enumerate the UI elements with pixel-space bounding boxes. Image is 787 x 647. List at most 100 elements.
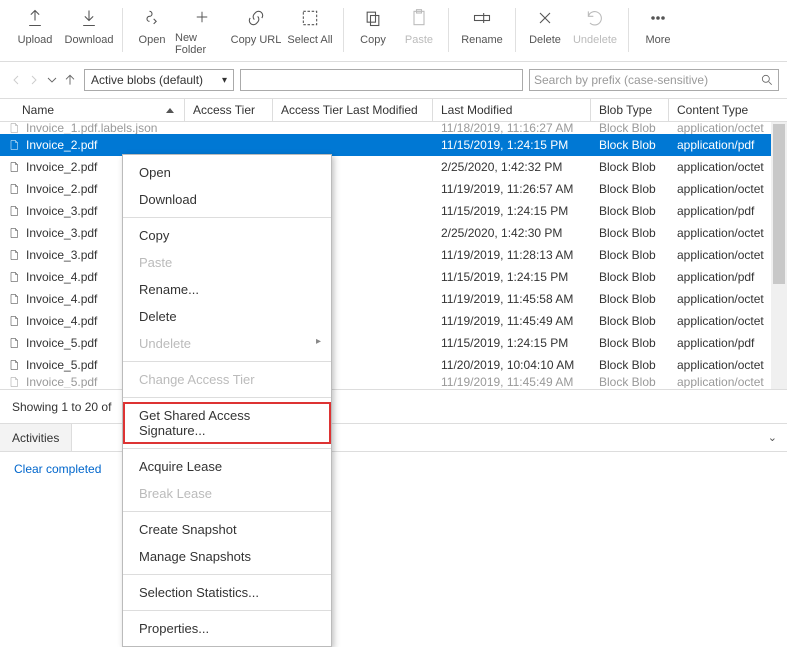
- ctx-copy[interactable]: Copy: [123, 222, 331, 249]
- upload-button[interactable]: Upload: [8, 4, 62, 56]
- cell-modified: 11/15/2019, 1:24:15 PM: [433, 336, 591, 350]
- forward-arrow-icon: [26, 72, 42, 88]
- file-icon: [8, 376, 20, 388]
- copy-url-label: Copy URL: [231, 34, 282, 46]
- file-icon: [8, 270, 20, 284]
- table-row[interactable]: Invoice_4.pdf11/19/2019, 11:45:58 AMBloc…: [0, 288, 787, 310]
- path-input[interactable]: [240, 69, 523, 91]
- ctx-separator: [123, 511, 331, 512]
- download-button[interactable]: Download: [62, 4, 116, 56]
- new-folder-button[interactable]: New Folder: [175, 4, 229, 56]
- file-name: Invoice_5.pdf: [26, 376, 97, 388]
- vertical-scrollbar[interactable]: [771, 122, 787, 389]
- paste-button: Paste: [396, 4, 442, 56]
- col-last-modified[interactable]: Last Modified: [433, 99, 591, 121]
- activities-collapse[interactable]: ⌄: [758, 431, 787, 444]
- undelete-icon: [585, 8, 605, 28]
- col-content-type[interactable]: Content Type: [669, 99, 787, 121]
- table-row[interactable]: Invoice_3.pdf11/19/2019, 11:28:13 AMBloc…: [0, 244, 787, 266]
- file-name: Invoice_4.pdf: [26, 314, 97, 328]
- table-row[interactable]: Invoice_4.pdf11/19/2019, 11:45:49 AMBloc…: [0, 310, 787, 332]
- cell-content-type: application/pdf: [669, 204, 787, 218]
- status-text: Showing 1 to 20 of: [12, 400, 111, 414]
- ctx-manage-snapshots[interactable]: Manage Snapshots: [123, 543, 331, 570]
- ctx-create-snapshot[interactable]: Create Snapshot: [123, 516, 331, 543]
- table-row[interactable]: Invoice_5.pdf11/19/2019, 11:45:49 AMBloc…: [0, 376, 787, 388]
- col-access-tier[interactable]: Access Tier: [185, 99, 273, 121]
- file-name: Invoice_3.pdf: [26, 204, 97, 218]
- col-blob-type[interactable]: Blob Type: [591, 99, 669, 121]
- chevron-right-icon: ▸: [316, 336, 321, 347]
- table-row[interactable]: Invoice_5.pdf11/20/2019, 10:04:10 AMBloc…: [0, 354, 787, 376]
- file-icon: [8, 138, 20, 152]
- ctx-acquire-lease[interactable]: Acquire Lease: [123, 453, 331, 480]
- file-icon: [8, 204, 20, 218]
- ctx-rename[interactable]: Rename...: [123, 276, 331, 303]
- file-icon: [8, 160, 20, 174]
- link-icon: [246, 8, 266, 28]
- ctx-download[interactable]: Download: [123, 186, 331, 213]
- cell-modified: 11/19/2019, 11:45:49 AM: [433, 314, 591, 328]
- ctx-undelete: Undelete ▸: [123, 330, 331, 357]
- col-access-tier-modified[interactable]: Access Tier Last Modified: [273, 99, 433, 121]
- toolbar-separator: [628, 8, 629, 52]
- cell-blob-type: Block Blob: [591, 292, 669, 306]
- cell-blob-type: Block Blob: [591, 376, 669, 388]
- search-placeholder: Search by prefix (case-sensitive): [534, 73, 708, 87]
- table-header: Name Access Tier Access Tier Last Modifi…: [0, 98, 787, 122]
- view-filter-dropdown[interactable]: Active blobs (default): [84, 69, 234, 91]
- table-row[interactable]: Invoice_2.pdf2/25/2020, 1:42:32 PMBlock …: [0, 156, 787, 178]
- search-box[interactable]: Search by prefix (case-sensitive): [529, 69, 779, 91]
- more-button[interactable]: More: [635, 4, 681, 56]
- up-arrow-icon[interactable]: [62, 72, 78, 88]
- file-name: Invoice_3.pdf: [26, 248, 97, 262]
- table-row[interactable]: Invoice_3.pdf11/15/2019, 1:24:15 PMBlock…: [0, 200, 787, 222]
- context-menu: Open Download Copy Paste Rename... Delet…: [122, 154, 332, 647]
- history-arrow-icon[interactable]: [44, 72, 60, 88]
- table-row[interactable]: Invoice_3.pdf2/25/2020, 1:42:30 PMBlock …: [0, 222, 787, 244]
- select-all-button[interactable]: Select All: [283, 4, 337, 56]
- file-icon: [8, 248, 20, 262]
- ctx-undelete-label: Undelete: [139, 336, 191, 351]
- cell-blob-type: Block Blob: [591, 226, 669, 240]
- ctx-selection-stats[interactable]: Selection Statistics...: [123, 579, 331, 606]
- activities-tab-label: Activities: [12, 431, 59, 445]
- ctx-open[interactable]: Open: [123, 159, 331, 186]
- activities-tab[interactable]: Activities: [0, 424, 72, 451]
- ctx-get-sas[interactable]: Get Shared Access Signature...: [123, 402, 331, 444]
- col-name-label: Name: [22, 103, 54, 117]
- col-btype-label: Blob Type: [599, 103, 652, 117]
- rename-button[interactable]: Rename: [455, 4, 509, 56]
- file-icon: [8, 314, 20, 328]
- col-ctype-label: Content Type: [677, 103, 748, 117]
- copy-button[interactable]: Copy: [350, 4, 396, 56]
- table-row[interactable]: Invoice_5.pdf11/15/2019, 1:24:15 PMBlock…: [0, 332, 787, 354]
- cell-blob-type: Block Blob: [591, 248, 669, 262]
- file-icon: [8, 226, 20, 240]
- copy-url-button[interactable]: Copy URL: [229, 4, 283, 56]
- scrollbar-thumb[interactable]: [773, 124, 785, 284]
- file-icon: [8, 358, 20, 372]
- col-name[interactable]: Name: [0, 99, 185, 121]
- clear-completed-link[interactable]: Clear completed: [14, 462, 101, 476]
- cell-modified: 2/25/2020, 1:42:30 PM: [433, 226, 591, 240]
- cell-modified: 11/15/2019, 1:24:15 PM: [433, 138, 591, 152]
- col-tier-label: Access Tier: [193, 103, 255, 117]
- ctx-properties[interactable]: Properties...: [123, 615, 331, 642]
- delete-button[interactable]: Delete: [522, 4, 568, 56]
- ctx-separator: [123, 217, 331, 218]
- ctx-separator: [123, 574, 331, 575]
- cell-modified: 11/18/2019, 11:16:27 AM: [433, 122, 591, 134]
- cell-content-type: application/octet: [669, 122, 787, 134]
- open-button[interactable]: Open: [129, 4, 175, 56]
- file-name: Invoice_4.pdf: [26, 270, 97, 284]
- file-name: Invoice_2.pdf: [26, 160, 97, 174]
- cell-content-type: application/pdf: [669, 138, 787, 152]
- ctx-break-lease: Break Lease: [123, 480, 331, 507]
- table-row[interactable]: Invoice_2.pdf11/19/2019, 11:26:57 AMBloc…: [0, 178, 787, 200]
- table-row[interactable]: Invoice_1.pdf.labels.json11/18/2019, 11:…: [0, 122, 787, 134]
- table-row[interactable]: Invoice_4.pdf11/15/2019, 1:24:15 PMBlock…: [0, 266, 787, 288]
- table-row[interactable]: Invoice_2.pdf11/15/2019, 1:24:15 PMBlock…: [0, 134, 787, 156]
- ctx-delete[interactable]: Delete: [123, 303, 331, 330]
- download-icon: [79, 8, 99, 28]
